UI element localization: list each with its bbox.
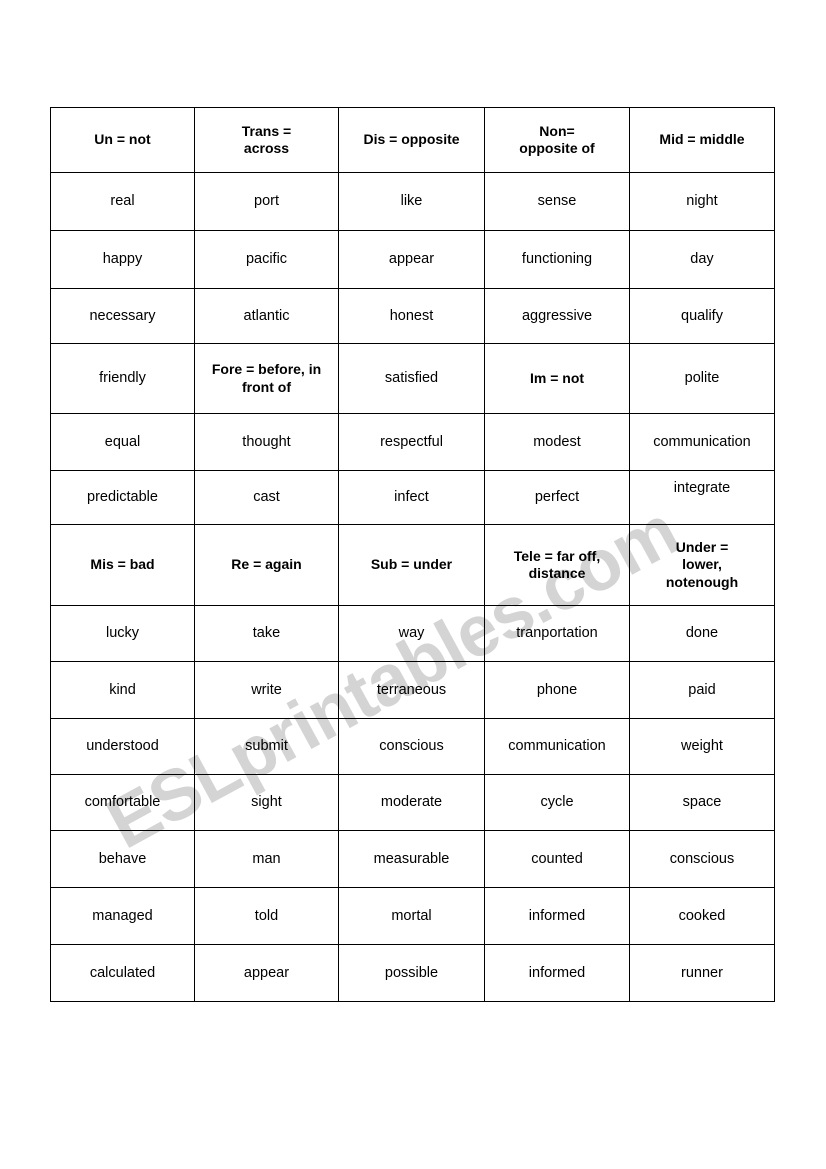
word-cell: Fore = before, in front of: [194, 343, 339, 414]
word-cell: told: [194, 887, 339, 945]
prefix-heading-cell: Sub = under: [338, 524, 485, 606]
word-cell: appear: [338, 230, 485, 289]
word-cell: lucky: [50, 605, 195, 662]
table-row: real port like sense night: [50, 172, 775, 231]
table-row: predictable cast infect perfect integrate: [50, 470, 775, 525]
word-cell: runner: [629, 944, 775, 1002]
word-cell: satisfied: [338, 343, 485, 414]
word-cell: modest: [484, 413, 630, 471]
word-cell: paid: [629, 661, 775, 719]
word-cell: appear: [194, 944, 339, 1002]
word-cell: honest: [338, 288, 485, 344]
word-cell: aggressive: [484, 288, 630, 344]
table-row: equal thought respectful modest communicatio…: [50, 413, 775, 471]
table-row: understood submit conscious communication we…: [50, 718, 775, 775]
table-row: friendly Fore = before, in front of satisfi…: [50, 343, 775, 414]
word-cell: cycle: [484, 774, 630, 831]
prefix-heading-cell: Un = not: [50, 107, 195, 173]
word-cell: possible: [338, 944, 485, 1002]
word-cell: like: [338, 172, 485, 231]
word-cell: pacific: [194, 230, 339, 289]
table-row: necessary atlantic honest aggressive qualify: [50, 288, 775, 344]
word-cell: respectful: [338, 413, 485, 471]
word-cell: cooked: [629, 887, 775, 945]
table-row: calculated appear possible informed runner: [50, 944, 775, 1002]
table-row: comfortable sight moderate cycle space: [50, 774, 775, 831]
word-cell: behave: [50, 830, 195, 888]
word-cell: take: [194, 605, 339, 662]
prefix-heading-cell: Dis = opposite: [338, 107, 485, 173]
prefix-heading-cell: Trans = across: [194, 107, 339, 173]
word-cell: real: [50, 172, 195, 231]
table-row: behave man measurable counted conscious: [50, 830, 775, 888]
word-cell: moderate: [338, 774, 485, 831]
word-cell: counted: [484, 830, 630, 888]
table-row: Un = not Trans = across Dis = opposite Non= o…: [50, 107, 775, 173]
prefix-heading-cell: Tele = far off, distance: [484, 524, 630, 606]
table-row: kind write terraneous phone paid: [50, 661, 775, 719]
word-cell: infect: [338, 470, 485, 525]
prefix-vocabulary-table: Un = not Trans = across Dis = opposite Non= o…: [50, 107, 775, 1002]
prefix-heading-cell: Re = again: [194, 524, 339, 606]
word-cell: terraneous: [338, 661, 485, 719]
word-cell: night: [629, 172, 775, 231]
word-cell: integrate: [629, 470, 775, 525]
word-cell: weight: [629, 718, 775, 775]
word-cell: kind: [50, 661, 195, 719]
word-cell: atlantic: [194, 288, 339, 344]
word-cell: comfortable: [50, 774, 195, 831]
word-cell: day: [629, 230, 775, 289]
word-cell: predictable: [50, 470, 195, 525]
word-cell: space: [629, 774, 775, 831]
word-cell: communication: [484, 718, 630, 775]
table-row: lucky take way tranportation done: [50, 605, 775, 662]
word-cell: informed: [484, 887, 630, 945]
word-cell: write: [194, 661, 339, 719]
word-cell: managed: [50, 887, 195, 945]
word-cell: understood: [50, 718, 195, 775]
word-cell: mortal: [338, 887, 485, 945]
prefix-heading-cell: Mis = bad: [50, 524, 195, 606]
word-cell: calculated: [50, 944, 195, 1002]
word-cell: functioning: [484, 230, 630, 289]
word-cell: way: [338, 605, 485, 662]
prefix-heading-cell: Under = lower, notenough: [629, 524, 775, 606]
word-cell: Im = not: [484, 343, 630, 414]
word-cell: thought: [194, 413, 339, 471]
prefix-heading-cell: Mid = middle: [629, 107, 775, 173]
table-row: Mis = bad Re = again Sub = under Tele = far…: [50, 524, 775, 606]
word-cell: sense: [484, 172, 630, 231]
word-cell: polite: [629, 343, 775, 414]
prefix-heading-cell: Non= opposite of: [484, 107, 630, 173]
word-cell: cast: [194, 470, 339, 525]
word-cell: submit: [194, 718, 339, 775]
word-cell: informed: [484, 944, 630, 1002]
word-cell: qualify: [629, 288, 775, 344]
word-cell: happy: [50, 230, 195, 289]
word-cell: phone: [484, 661, 630, 719]
word-cell: port: [194, 172, 339, 231]
word-cell: perfect: [484, 470, 630, 525]
word-cell: equal: [50, 413, 195, 471]
word-cell: communication: [629, 413, 775, 471]
worksheet-page: ESLprintables.com Un = not Trans = across D…: [0, 0, 826, 1169]
word-cell: done: [629, 605, 775, 662]
word-cell: necessary: [50, 288, 195, 344]
word-cell: conscious: [338, 718, 485, 775]
word-cell: sight: [194, 774, 339, 831]
word-cell: conscious: [629, 830, 775, 888]
table-body: Un = not Trans = across Dis = opposite Non= o…: [50, 107, 775, 1002]
word-cell: friendly: [50, 343, 195, 414]
word-cell: measurable: [338, 830, 485, 888]
table-row: managed told mortal informed cooked: [50, 887, 775, 945]
word-cell: tranportation: [484, 605, 630, 662]
word-cell: man: [194, 830, 339, 888]
table-row: happy pacific appear functioning day: [50, 230, 775, 289]
